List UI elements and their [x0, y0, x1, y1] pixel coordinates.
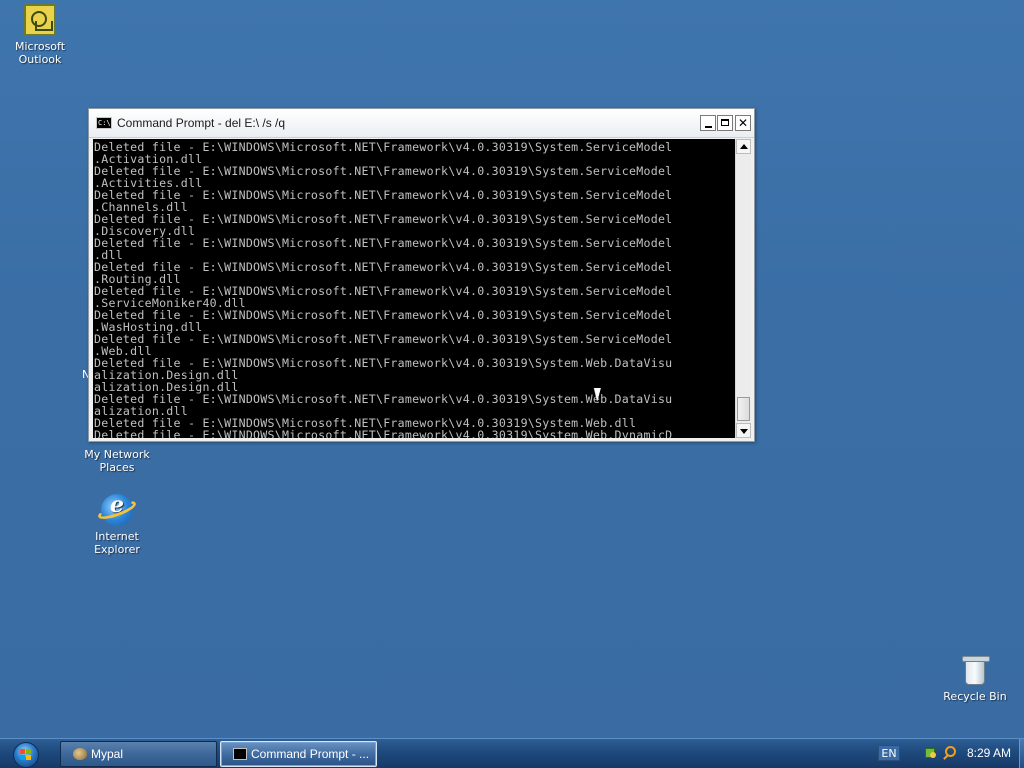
console-line: Deleted file - E:\WINDOWS\Microsoft.NET\… [94, 236, 673, 250]
console-lines: Deleted file - E:\WINDOWS\Microsoft.NET\… [93, 139, 735, 438]
scroll-down-arrow-icon[interactable] [736, 423, 751, 438]
window-titlebar[interactable]: C:\ Command Prompt - del E:\ /s /q ✕ [89, 109, 754, 138]
show-desktop-button[interactable] [1019, 739, 1024, 768]
desktop-icon-label: Recycle Bin [943, 690, 1007, 703]
console-line: Deleted file - E:\WINDOWS\Microsoft.NET\… [94, 260, 673, 274]
taskbar-button-mypal[interactable]: Mypal [60, 741, 217, 767]
desktop-icon-internet-explorer[interactable]: e Internet Explorer [79, 494, 155, 556]
windows-flag-icon [20, 749, 32, 761]
command-prompt-window[interactable]: C:\ Command Prompt - del E:\ /s /q ✕ Del… [88, 108, 755, 442]
close-button[interactable]: ✕ [735, 115, 751, 131]
scroll-thumb[interactable] [737, 397, 750, 421]
taskbar: Mypal Command Prompt - ... EN 8:29 AM [0, 738, 1024, 768]
search-tray-icon[interactable] [943, 745, 957, 761]
desktop-icon-label: My Network Places [84, 448, 150, 474]
taskbar-button-label: Command Prompt - ... [251, 747, 370, 761]
console-line: Deleted file - E:\WINDOWS\Microsoft.NET\… [94, 332, 673, 346]
taskbar-button-label: Mypal [91, 747, 124, 761]
start-button[interactable] [4, 740, 44, 768]
desktop-icon-label: Internet Explorer [94, 530, 140, 556]
scroll-up-arrow-icon[interactable] [736, 139, 751, 154]
mypal-icon [73, 748, 87, 760]
window-title: Command Prompt - del E:\ /s /q [117, 116, 286, 130]
console-line: Deleted file - E:\WINDOWS\Microsoft.NET\… [94, 188, 673, 202]
network-tray-icon[interactable] [925, 746, 937, 760]
console-output[interactable]: Deleted file - E:\WINDOWS\Microsoft.NET\… [93, 139, 735, 438]
desktop-icon-outlook[interactable]: Microsoft Outlook [2, 4, 78, 66]
command-prompt-icon [233, 748, 247, 760]
vertical-scrollbar[interactable] [735, 139, 751, 438]
desktop-icon-network-places[interactable]: My Network Places [79, 448, 155, 474]
outlook-icon [24, 4, 56, 36]
internet-explorer-icon: e [101, 494, 133, 526]
recycle-bin-icon [962, 656, 990, 686]
desktop-icon-label: Microsoft Outlook [14, 40, 66, 66]
minimize-button[interactable] [700, 115, 716, 131]
maximize-button[interactable] [717, 115, 733, 131]
taskbar-button-command-prompt[interactable]: Command Prompt - ... [220, 741, 377, 767]
clock[interactable]: 8:29 AM [967, 746, 1011, 760]
system-tray: EN 8:29 AM [868, 739, 1024, 768]
language-indicator[interactable]: EN [878, 745, 900, 761]
command-prompt-icon: C:\ [96, 117, 112, 129]
console-line: Deleted file - E:\WINDOWS\Microsoft.NET\… [94, 392, 673, 406]
desktop-icon-recycle-bin[interactable]: Recycle Bin [937, 656, 1013, 703]
console-line: Deleted file - E:\WINDOWS\Microsoft.NET\… [94, 428, 673, 438]
